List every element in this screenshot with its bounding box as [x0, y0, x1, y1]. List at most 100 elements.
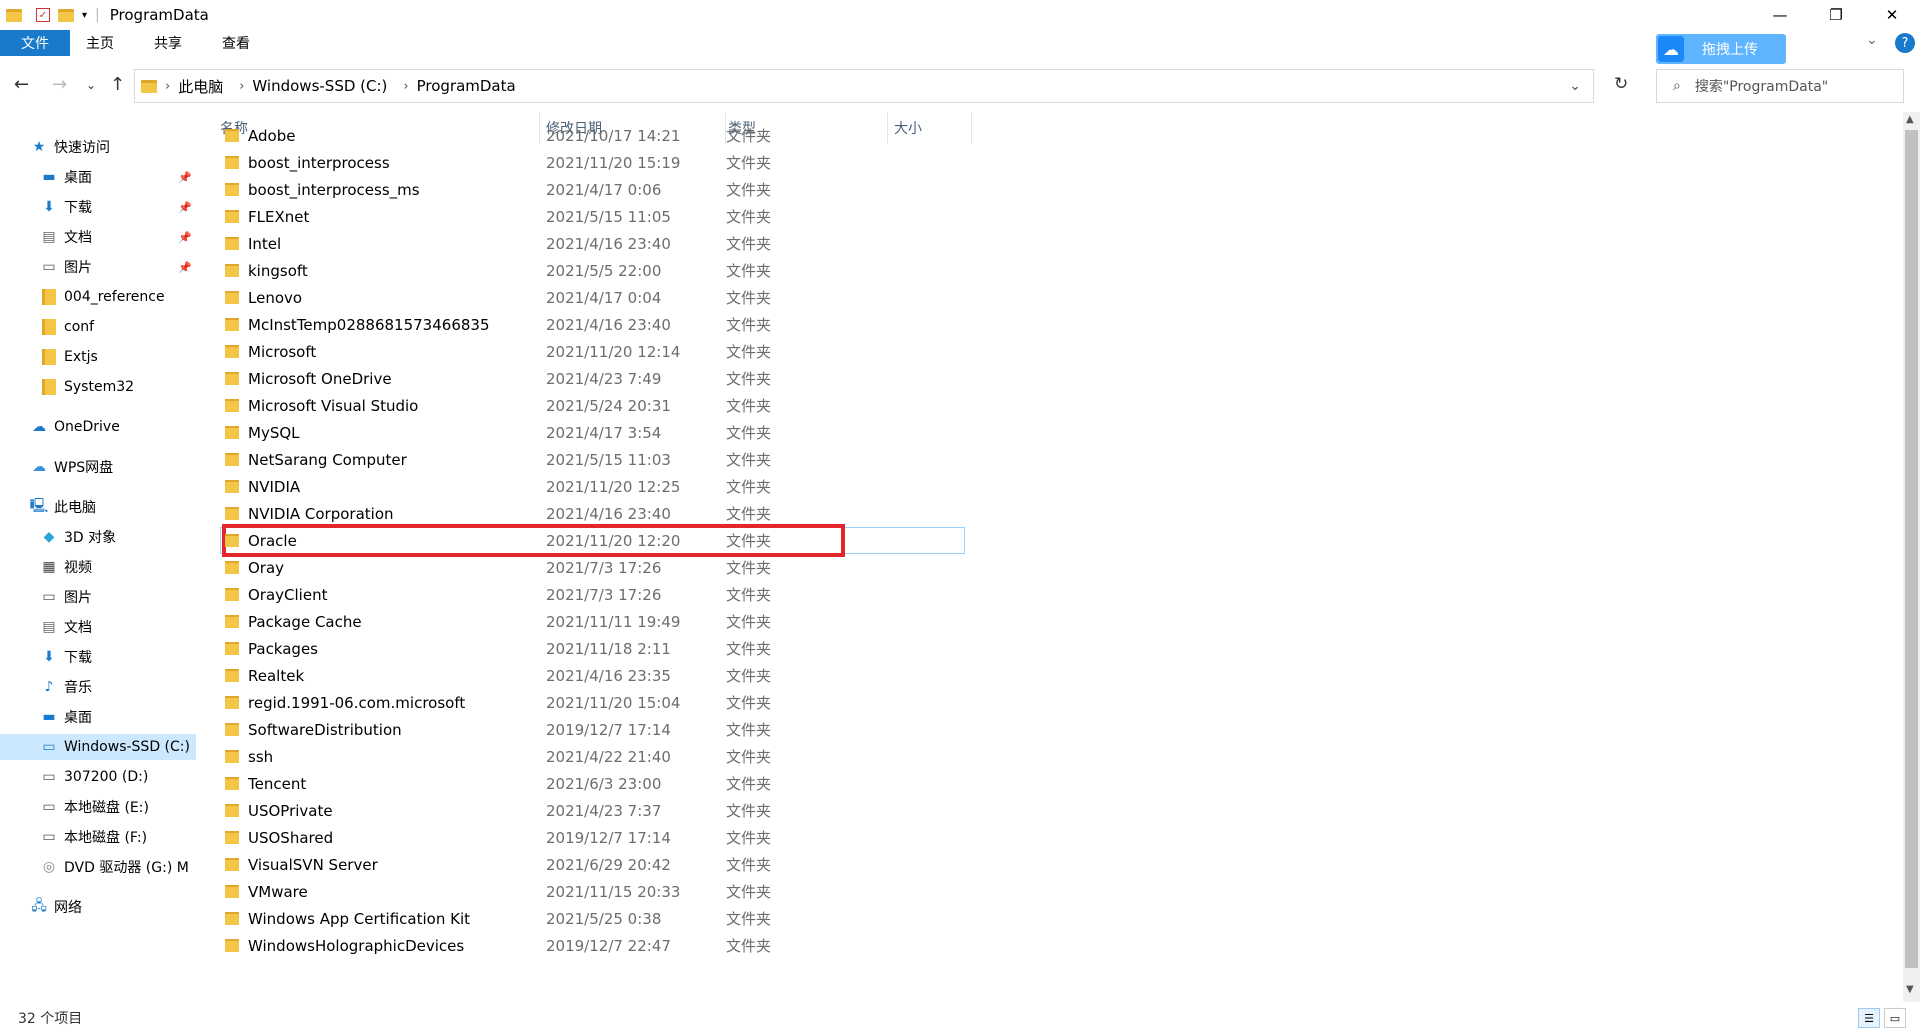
file-row[interactable]: ssh 2021/4/22 21:40 文件夹 — [218, 743, 1898, 770]
file-row[interactable]: Packages 2021/11/18 2:11 文件夹 — [218, 635, 1898, 662]
file-row[interactable]: MySQL 2021/4/17 3:54 文件夹 — [218, 419, 1898, 446]
sidebar-item-wps-drive[interactable]: ☁ WPS网盘 — [0, 454, 196, 480]
file-row[interactable]: Microsoft 2021/11/20 12:14 文件夹 — [218, 338, 1898, 365]
sidebar-item-drive-e[interactable]: ▭ 本地磁盘 (E:) — [0, 794, 196, 820]
file-row[interactable]: Intel 2021/4/16 23:40 文件夹 — [218, 230, 1898, 257]
ribbon-expand-chevron-icon[interactable]: ⌄ — [1866, 32, 1878, 48]
up-arrow-icon[interactable]: ↑ — [110, 74, 125, 95]
refresh-icon[interactable]: ↻ — [1614, 74, 1628, 94]
pin-icon[interactable]: 📌 — [178, 201, 192, 214]
sidebar-item-drive-f[interactable]: ▭ 本地磁盘 (F:) — [0, 824, 196, 850]
file-row[interactable]: Adobe 2021/10/17 14:21 文件夹 — [218, 122, 1898, 149]
breadcrumb-programdata[interactable]: ProgramData — [417, 77, 516, 95]
breadcrumb-drive[interactable]: Windows-SSD (C:) — [252, 77, 387, 95]
cloud-icon: ☁ — [1658, 36, 1684, 62]
sidebar-item-onedrive[interactable]: ☁ OneDrive — [0, 414, 196, 440]
recent-locations-chevron-icon[interactable]: ⌄ — [86, 78, 96, 92]
sidebar-item-3d-objects[interactable]: ◆ 3D 对象 — [0, 524, 196, 550]
file-row[interactable]: Microsoft OneDrive 2021/4/23 7:49 文件夹 — [218, 365, 1898, 392]
upload-button[interactable]: ☁ 拖拽上传 — [1656, 34, 1786, 64]
file-date: 2021/4/17 3:54 — [546, 423, 662, 442]
forward-arrow-icon[interactable]: → — [52, 74, 67, 95]
file-row[interactable]: Tencent 2021/6/3 23:00 文件夹 — [218, 770, 1898, 797]
minimize-button[interactable]: — — [1752, 0, 1808, 30]
file-row[interactable]: Lenovo 2021/4/17 0:04 文件夹 — [218, 284, 1898, 311]
file-row[interactable]: VisualSVN Server 2021/6/29 20:42 文件夹 — [218, 851, 1898, 878]
close-button[interactable]: ✕ — [1864, 0, 1920, 30]
sidebar-item-conf[interactable]: conf — [0, 314, 196, 340]
sidebar-item-system32[interactable]: System32 — [0, 374, 196, 400]
tab-view[interactable]: 查看 — [202, 30, 270, 56]
file-row[interactable]: NVIDIA 2021/11/20 12:25 文件夹 — [218, 473, 1898, 500]
file-row[interactable]: boost_interprocess_ms 2021/4/17 0:06 文件夹 — [218, 176, 1898, 203]
file-row[interactable]: Package Cache 2021/11/11 19:49 文件夹 — [218, 608, 1898, 635]
file-type: 文件夹 — [726, 154, 772, 172]
file-row[interactable]: VMware 2021/11/15 20:33 文件夹 — [218, 878, 1898, 905]
file-row[interactable]: FLEXnet 2021/5/15 11:05 文件夹 — [218, 203, 1898, 230]
file-row[interactable]: Realtek 2021/4/16 23:35 文件夹 — [218, 662, 1898, 689]
pin-icon[interactable]: 📌 — [178, 261, 192, 274]
scroll-up-icon[interactable]: ▲ — [1906, 114, 1914, 125]
sidebar-item-downloads[interactable]: ⬇ 下载 📌 — [0, 194, 196, 220]
pin-icon[interactable]: 📌 — [178, 231, 192, 244]
pin-icon[interactable]: 📌 — [178, 171, 192, 184]
sidebar-item-dvd-g[interactable]: ◎ DVD 驱动器 (G:) M — [0, 854, 196, 880]
sidebar-item-videos[interactable]: ▦ 视频 — [0, 554, 196, 580]
breadcrumb-separator-icon[interactable]: › — [239, 79, 244, 94]
file-row[interactable]: NVIDIA Corporation 2021/4/16 23:40 文件夹 — [218, 500, 1898, 527]
file-row[interactable]: WindowsHolographicDevices 2019/12/7 22:47… — [218, 932, 1898, 959]
maximize-button[interactable]: ❐ — [1808, 0, 1864, 30]
sidebar-item-quick-access[interactable]: ★ 快速访问 — [0, 134, 196, 160]
file-row[interactable]: Oracle 2021/11/20 12:20 文件夹 — [218, 527, 1898, 554]
sidebar-item-drive-c[interactable]: ▭ Windows-SSD (C:) — [0, 734, 196, 760]
properties-icon[interactable]: ✓ — [36, 8, 50, 22]
breadcrumb-this-pc[interactable]: 此电脑 — [178, 76, 223, 97]
back-arrow-icon[interactable]: ← — [14, 74, 29, 95]
sidebar-item-this-pc[interactable]: 🖳 此电脑 — [0, 494, 196, 520]
file-row[interactable]: Oray 2021/7/3 17:26 文件夹 — [218, 554, 1898, 581]
3d-objects-icon: ◆ — [43, 529, 55, 545]
file-row[interactable]: NetSarang Computer 2021/5/15 11:03 文件夹 — [218, 446, 1898, 473]
tab-file[interactable]: 文件 — [0, 30, 70, 56]
file-row[interactable]: regid.1991-06.com.microsoft 2021/11/20 15… — [218, 689, 1898, 716]
sidebar-item-extjs[interactable]: Extjs — [0, 344, 196, 370]
folder-icon — [225, 642, 239, 655]
file-row[interactable]: kingsoft 2021/5/5 22:00 文件夹 — [218, 257, 1898, 284]
sidebar-item-pictures[interactable]: ▭ 图片 📌 — [0, 254, 196, 280]
sidebar-item-downloads[interactable]: ⬇ 下载 — [0, 644, 196, 670]
sidebar-item-network[interactable]: 🖧 网络 — [0, 894, 196, 920]
sidebar-item-documents[interactable]: ▤ 文档 — [0, 614, 196, 640]
file-row[interactable]: McInstTemp0288681573466835 2021/4/16 23:4… — [218, 311, 1898, 338]
scrollbar-thumb[interactable] — [1905, 130, 1918, 968]
sidebar-item-pictures[interactable]: ▭ 图片 — [0, 584, 196, 610]
tab-share[interactable]: 共享 — [134, 30, 202, 56]
file-row[interactable]: USOShared 2019/12/7 17:14 文件夹 — [218, 824, 1898, 851]
tab-home[interactable]: 主页 — [70, 30, 134, 56]
file-row[interactable]: boost_interprocess 2021/11/20 15:19 文件夹 — [218, 149, 1898, 176]
sidebar-item-music[interactable]: ♪ 音乐 — [0, 674, 196, 700]
file-row[interactable]: Windows App Certification Kit 2021/5/25 0… — [218, 905, 1898, 932]
scroll-down-icon[interactable]: ▼ — [1906, 984, 1914, 995]
file-name: Oray — [248, 558, 285, 577]
quick-access-toolbar-dropdown-icon[interactable]: ▾ — [82, 10, 87, 21]
address-dropdown-icon[interactable]: ⌄ — [1569, 78, 1581, 94]
address-bar[interactable]: › 此电脑 › Windows-SSD (C:) › ProgramData ⌄ — [134, 69, 1594, 103]
sidebar-item-desktop[interactable]: ▬ 桌面 📌 — [0, 164, 196, 190]
help-icon[interactable]: ? — [1895, 33, 1915, 53]
breadcrumb-separator-icon[interactable]: › — [165, 79, 170, 94]
sidebar-item-drive-d[interactable]: ▭ 307200 (D:) — [0, 764, 196, 790]
file-row[interactable]: OrayClient 2021/7/3 17:26 文件夹 — [218, 581, 1898, 608]
sidebar-item-documents[interactable]: ▤ 文档 📌 — [0, 224, 196, 250]
search-input[interactable]: ⌕ 搜索"ProgramData" — [1656, 69, 1904, 103]
file-row[interactable]: USOPrivate 2021/4/23 7:37 文件夹 — [218, 797, 1898, 824]
file-date: 2019/12/7 17:14 — [546, 720, 671, 739]
file-row[interactable]: Microsoft Visual Studio 2021/5/24 20:31 文件… — [218, 392, 1898, 419]
details-view-icon[interactable]: ☰ — [1858, 1008, 1880, 1028]
large-icons-view-icon[interactable]: ▭ — [1884, 1008, 1906, 1028]
sidebar-item-desktop[interactable]: ▬ 桌面 — [0, 704, 196, 730]
sidebar-item-004-reference[interactable]: 004_reference — [0, 284, 196, 310]
new-folder-icon[interactable] — [58, 8, 74, 22]
file-row[interactable]: SoftwareDistribution 2019/12/7 17:14 文件夹 — [218, 716, 1898, 743]
breadcrumb-separator-icon[interactable]: › — [403, 79, 408, 94]
file-date: 2021/11/20 12:25 — [546, 477, 681, 496]
